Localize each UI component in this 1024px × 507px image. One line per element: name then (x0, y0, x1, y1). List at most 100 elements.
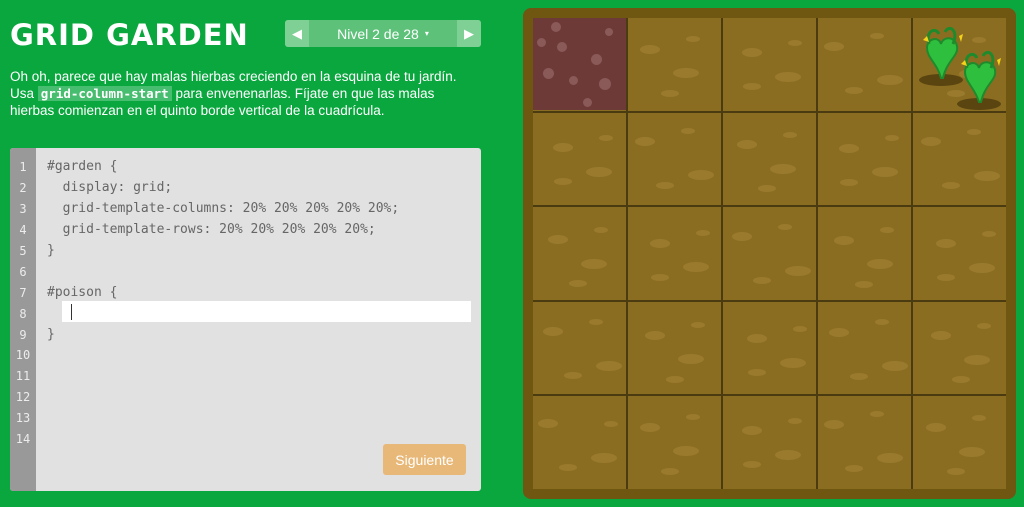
code-line: grid-template-columns: 20% 20% 20% 20% 2… (47, 201, 400, 216)
soil-texture (840, 178, 858, 186)
soil-texture (977, 322, 991, 329)
poison-dot (551, 22, 561, 32)
line-number: 6 (19, 265, 27, 279)
soil-texture (696, 230, 710, 237)
garden-cell (723, 207, 816, 300)
soil-texture (880, 227, 894, 234)
line-number: 2 (19, 181, 27, 195)
line-number: 4 (19, 223, 27, 237)
soil-texture (640, 422, 660, 432)
garden-cell (628, 207, 721, 300)
garden-cell (533, 112, 626, 206)
soil-texture (952, 376, 970, 384)
soil-texture (569, 280, 587, 288)
soil-texture (982, 230, 996, 237)
soil-texture (683, 262, 709, 273)
soil-texture (778, 223, 792, 230)
soil-texture (758, 185, 776, 193)
poison-dot (557, 42, 567, 52)
soil-texture (747, 334, 767, 344)
code-line: #garden { (47, 159, 118, 174)
soil-texture (661, 467, 679, 475)
soil-texture (743, 83, 761, 90)
soil-texture (732, 232, 752, 242)
soil-texture (559, 464, 577, 472)
soil-texture (969, 262, 995, 273)
soil-texture (650, 238, 670, 248)
soil-texture (673, 446, 699, 457)
line-number: 5 (19, 244, 27, 258)
soil-texture (845, 464, 863, 472)
soil-texture (855, 280, 873, 288)
soil-texture (743, 461, 761, 469)
line-number: 12 (15, 390, 31, 404)
soil-texture (974, 170, 1000, 181)
css-editor: 1 2 3 4 5 6 7 8 9 10 11 12 13 14 #garden… (10, 148, 481, 491)
soil-texture (635, 136, 655, 146)
soil-texture (686, 36, 700, 42)
soil-texture (936, 239, 956, 249)
poison-tile (533, 18, 626, 110)
soil-texture (640, 44, 660, 54)
next-button[interactable]: Siguiente (383, 444, 466, 475)
garden-cell (913, 301, 1006, 395)
garden-cell (723, 18, 816, 111)
garden-cell (723, 396, 816, 489)
line-number: 8 (19, 307, 27, 321)
garden-cell (533, 396, 626, 489)
soil-texture (877, 453, 903, 464)
soil-texture (877, 75, 903, 85)
soil-texture (564, 372, 582, 380)
soil-texture (678, 354, 704, 365)
level-selector[interactable]: Nivel 2 de 28 ▾ (309, 20, 457, 47)
soil-texture (972, 414, 986, 421)
soil-texture (656, 181, 674, 189)
code-line: } (47, 327, 55, 342)
soil-texture (661, 89, 679, 97)
garden-cell (628, 112, 721, 206)
chevron-down-icon: ▾ (424, 29, 429, 38)
soil-texture (788, 417, 802, 424)
garden-grid (533, 18, 1006, 489)
line-number: 7 (19, 286, 27, 300)
soil-texture (742, 426, 762, 436)
soil-texture (770, 163, 796, 174)
soil-texture (921, 137, 941, 147)
garden-cell (818, 301, 911, 395)
garden-cell (628, 18, 721, 111)
soil-texture (604, 420, 618, 427)
code-line: } (47, 243, 55, 258)
weed-icon (919, 27, 1001, 110)
soil-texture (824, 419, 844, 429)
soil-texture (543, 327, 563, 337)
soil-texture (742, 48, 762, 57)
code-line: #poison { (47, 285, 118, 300)
line-number: 14 (15, 432, 31, 446)
previous-level-button[interactable]: ◀ (285, 20, 309, 47)
line-number: 9 (19, 328, 27, 342)
garden-cell (818, 396, 911, 489)
garden-cell (533, 301, 626, 395)
page-title: GRID GARDEN (10, 18, 249, 52)
soil-texture (942, 182, 960, 190)
soil-texture (931, 331, 951, 341)
soil-texture (548, 235, 568, 245)
line-number-gutter: 1 2 3 4 5 6 7 8 9 10 11 12 13 14 (10, 148, 36, 491)
soil-texture (885, 135, 899, 142)
next-level-button[interactable]: ▶ (457, 20, 481, 47)
soil-texture (785, 265, 811, 276)
soil-texture (775, 71, 801, 82)
soil-texture (824, 41, 844, 51)
soil-texture (964, 354, 990, 365)
soil-texture (645, 330, 665, 340)
line-number: 1 (19, 160, 27, 174)
soil-texture (783, 131, 797, 138)
soil-texture (793, 325, 807, 332)
soil-texture (681, 128, 695, 135)
soil-texture (753, 277, 771, 285)
soil-texture (839, 143, 859, 153)
soil-texture (882, 361, 908, 372)
soil-texture (867, 259, 893, 270)
line-number: 11 (15, 369, 31, 383)
css-answer-input[interactable] (62, 301, 471, 322)
